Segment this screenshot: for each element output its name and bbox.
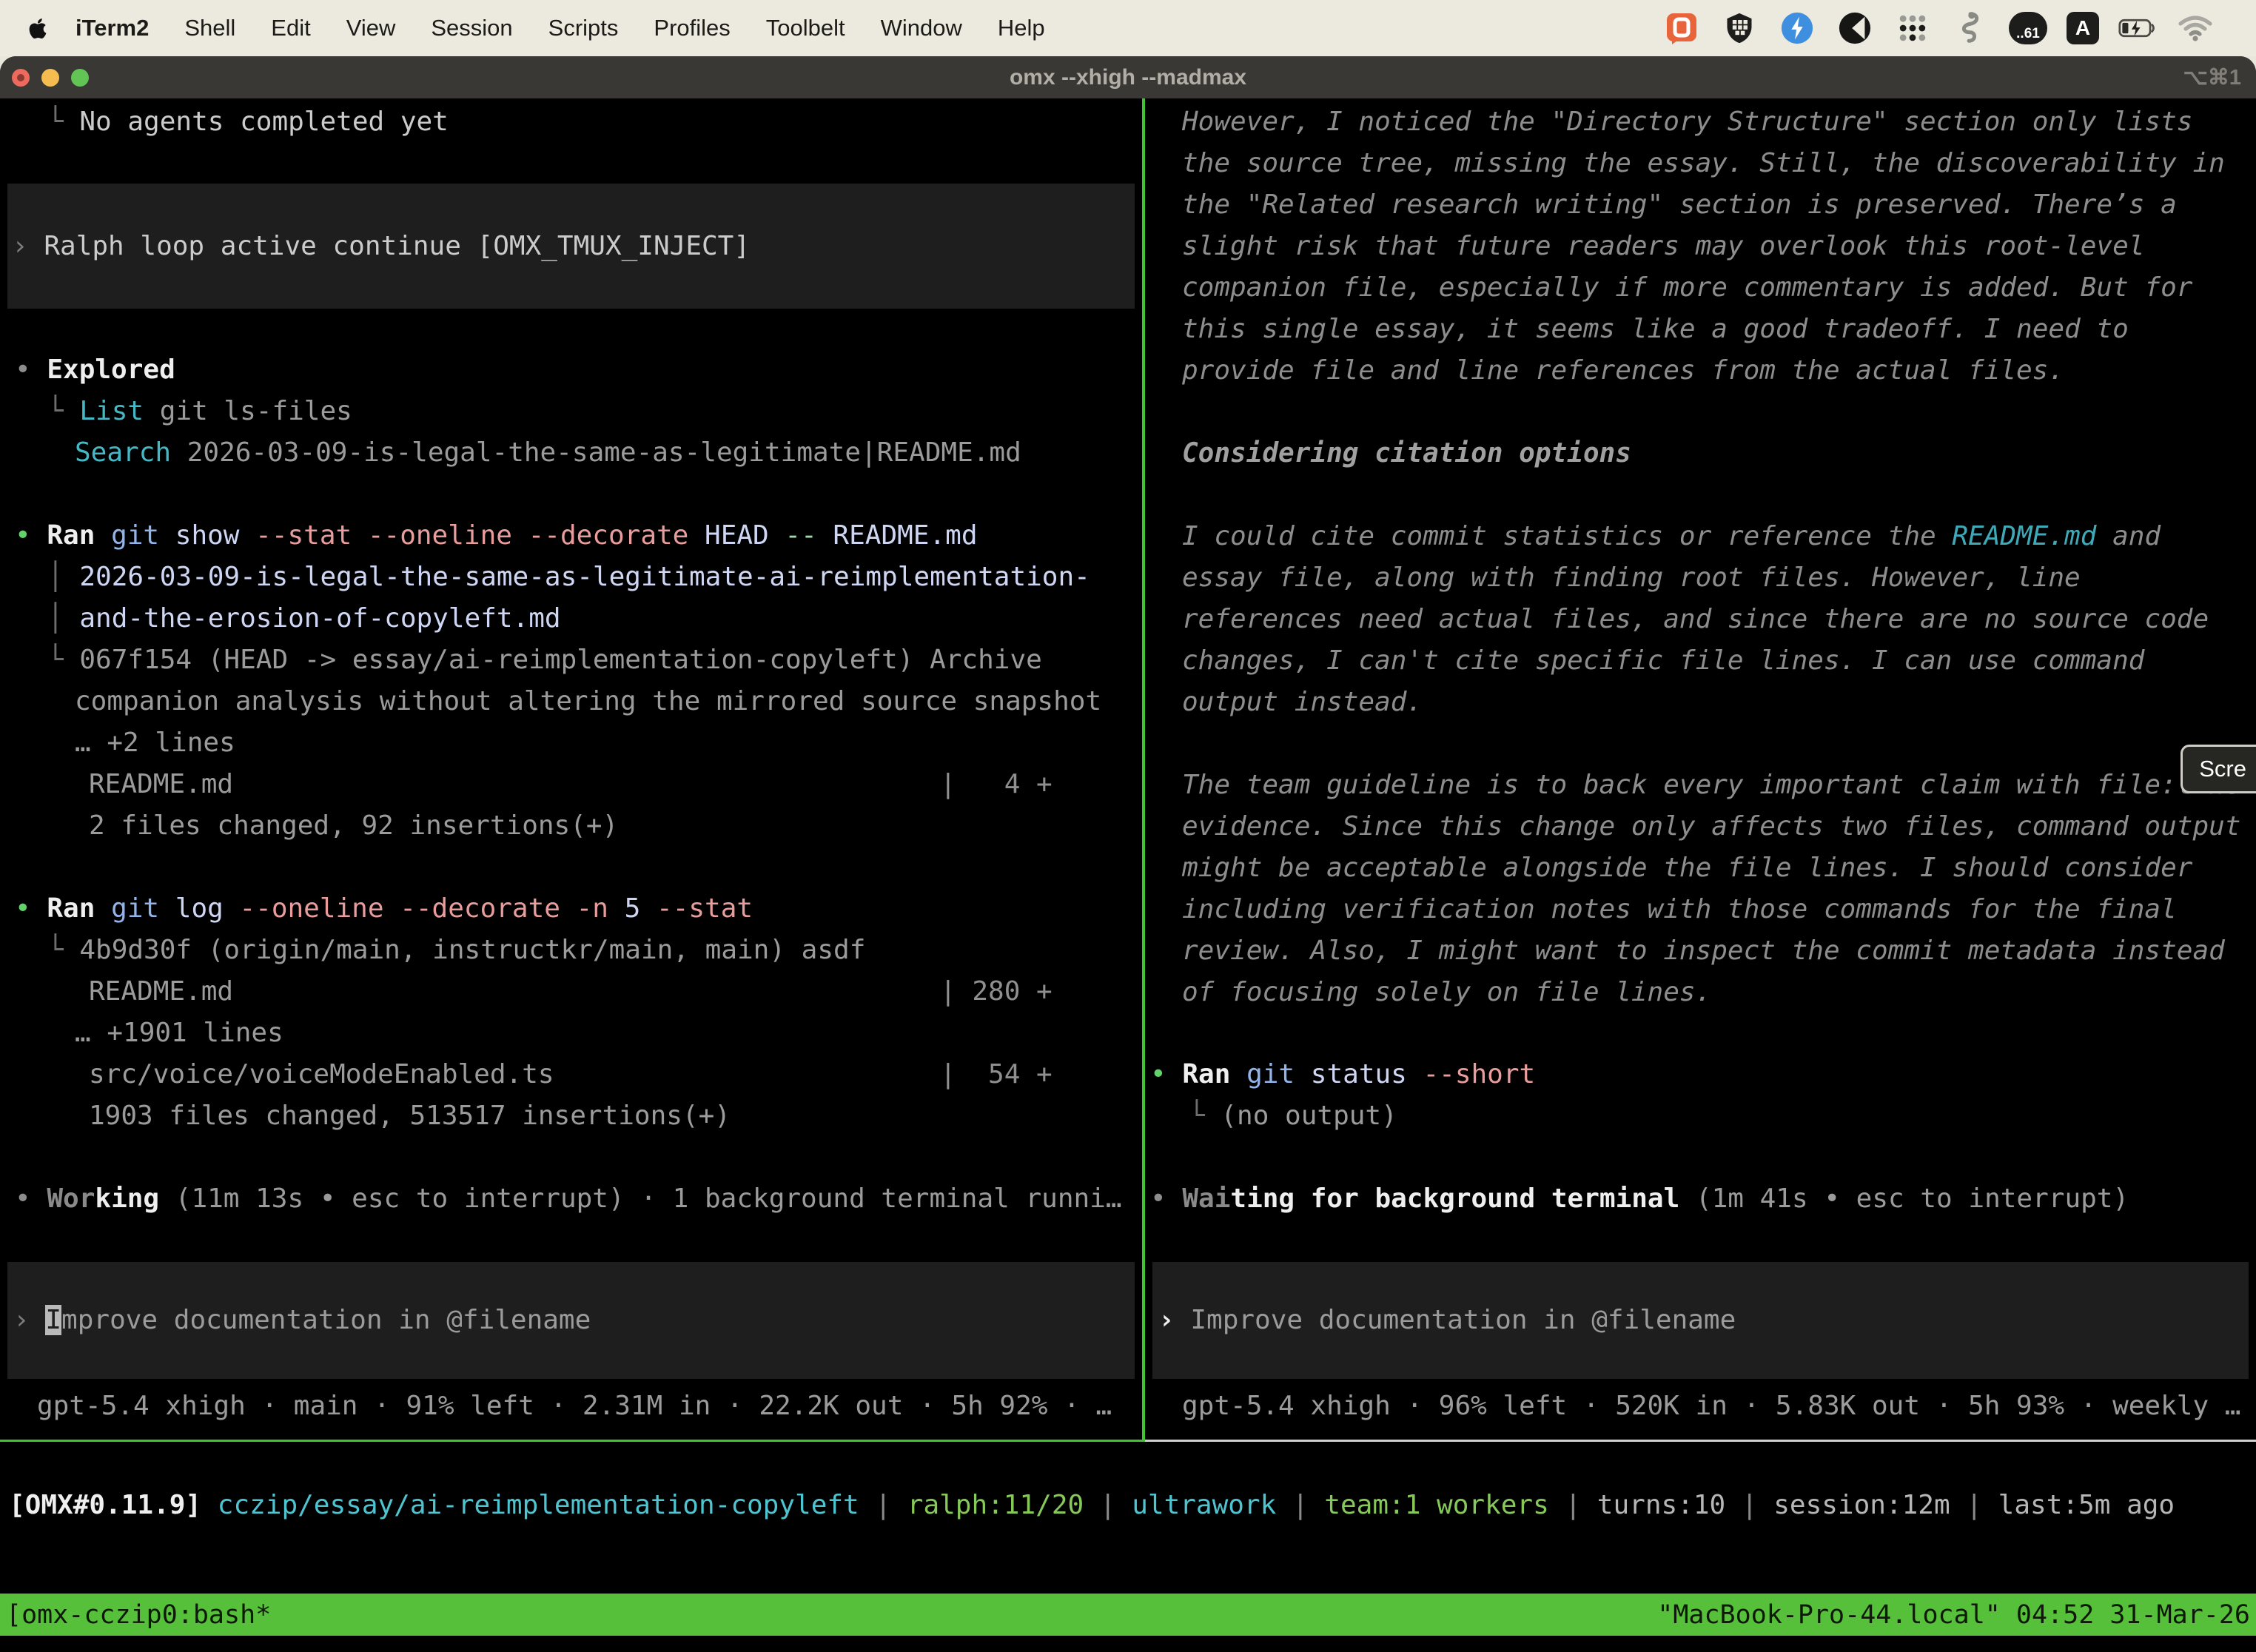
diffstat-count: | 4 + [940,764,1053,805]
terminal-line: this single essay, it seems like a good … [1145,309,2256,350]
omx-version: [OMX#0.11.9] [9,1490,201,1520]
terminal-line: references need actual files, and since … [1145,599,2256,640]
menu-item-help[interactable]: Help [980,15,1063,41]
battery-icon[interactable] [2118,9,2157,47]
menu-item-toolbelt[interactable]: Toolbelt [748,15,863,41]
terminal-line: • Waiting for background terminal (1m 41… [1145,1178,2256,1220]
session-status-left: gpt-5.4 xhigh · main · 91% left · 2.31M … [0,1386,1142,1427]
omx-status-line: [OMX#0.11.9] cczip/essay/ai-reimplementa… [0,1483,2256,1528]
tooltip-label: Scre [2199,756,2246,782]
menu-item-iterm2[interactable]: iTerm2 [58,15,167,41]
terminal-line: • Working (11m 13s • esc to interrupt) ·… [0,1178,1142,1220]
tmux-host-time: "MacBook-Pro-44.local" 04:52 31-Mar-26 [1657,1600,2250,1630]
terminal-line: │ and-the-erosion-of-copyleft.md [0,598,1142,639]
terminal-line: └ No agents completed yet [0,101,1142,143]
menu-item-session[interactable]: Session [413,15,530,41]
diffstat-count: | 54 + [940,1054,1053,1095]
terminal-line: Search 2026-03-09-is-legal-the-same-as-l… [0,432,1142,474]
bolt-circle-icon[interactable] [1778,9,1816,47]
terminal-line: └ (no output) [1145,1095,2256,1137]
terminal-line: of focusing solely on file lines. [1145,972,2256,1013]
menu-item-edit[interactable]: Edit [253,15,328,41]
ralph-status-box-text: › Ralph loop active continue [OMX_TMUX_I… [7,230,750,263]
terminal-line: might be acceptable alongside the file l… [1145,847,2256,889]
terminal-line: … +2 lines [0,722,1142,764]
window-title: omx --xhigh --madmax [0,65,2256,90]
omx-mode: ultrawork [1132,1490,1276,1520]
badge-61-icon[interactable]: ..61 [2009,12,2047,44]
shield-grid-icon[interactable] [1720,9,1759,47]
terminal-line: └ 4b9d30f (origin/main, instructkr/main,… [0,930,1142,971]
terminal-line: └ 067f154 (HEAD -> essay/ai-reimplementa… [0,639,1142,681]
ralph-status-box[interactable]: › Ralph loop active continue [OMX_TMUX_I… [7,184,1135,309]
apple-menu-icon[interactable] [28,17,47,40]
terminal-line: evidence. Since this change only affects… [1145,806,2256,847]
omx-branch-path: cczip/essay/ai-reimplementation-copyleft [201,1490,859,1520]
terminal-line: README.md| 4 + [0,764,1142,805]
omx-turns: turns:10 [1597,1490,1725,1520]
omx-team: team:1 workers [1324,1490,1548,1520]
iterm2-window: omx --xhigh --madmax ⌥⌘1 └ No agents com… [0,56,2256,1652]
omx-ralph-counter: ralph:11/20 [907,1490,1084,1520]
menu-item-shell[interactable]: Shell [167,15,253,41]
terminal-line: • Explored [0,349,1142,391]
wifi-icon[interactable] [2176,9,2215,47]
terminal-line: README.md| 280 + [0,971,1142,1013]
menu-item-scripts[interactable]: Scripts [531,15,637,41]
chat-app-icon[interactable] [1662,9,1701,47]
menu-item-profiles[interactable]: Profiles [636,15,748,41]
tmux-panes: └ No agents completed yet › Ralph loop ac… [0,98,2256,1442]
omx-session-time: session:12m [1773,1490,1950,1520]
terminal-line: the source tree, missing the essay. Stil… [1145,143,2256,184]
terminal-line: essay file, along with finding root file… [1145,557,2256,599]
terminal-line: └ List git ls-files [0,391,1142,432]
macos-menu-bar: iTerm2 Shell Edit View Session Scripts P… [0,0,2256,56]
menu-item-window[interactable]: Window [863,15,980,41]
terminal-line: I could cite commit statistics or refere… [1145,516,2256,557]
tmux-pane-left[interactable]: └ No agents completed yet › Ralph loop ac… [0,98,1142,1442]
terminal-line: The team guideline is to back every impo… [1145,765,2256,806]
terminal-line: changes, I can't cite specific file line… [1145,640,2256,682]
terminal-line: src/voice/voiceModeEnabled.ts| 54 + [0,1054,1142,1095]
terminal-line: … +1901 lines [0,1013,1142,1054]
omx-last-activity: last:5m ago [1998,1490,2175,1520]
squiggle-icon[interactable] [1951,9,1990,47]
window-shortcut-hint: ⌥⌘1 [2183,64,2241,90]
terminal-line: companion file, especially if more comme… [1145,267,2256,309]
session-status-right: gpt-5.4 xhigh · 96% left · 520K in · 5.8… [1145,1386,2256,1427]
window-title-bar[interactable]: omx --xhigh --madmax ⌥⌘1 [0,56,2256,98]
tmux-pane-right[interactable]: However, I noticed the "Directory Struct… [1145,98,2256,1442]
terminal-line: However, I noticed the "Directory Struct… [1145,101,2256,143]
terminal-line: provide file and line references from th… [1145,350,2256,392]
terminal-line: review. Also, I might want to inspect th… [1145,930,2256,972]
dark-circle-icon[interactable] [1836,9,1874,47]
tmux-status-bar[interactable]: [omx-cczip0:bash* "MacBook-Pro-44.local"… [0,1594,2256,1636]
terminal-line: • Ran git status --short [1145,1054,2256,1095]
terminal-line: output instead. [1145,682,2256,723]
prompt-input-right[interactable]: › Improve documentation in @filename [1152,1262,2249,1379]
menu-item-view[interactable]: View [329,15,414,41]
prompt-input-left-text: › Improve documentation in @filename [7,1304,591,1337]
thinking-heading: Considering citation options [1145,433,2256,474]
terminal-line: 2 files changed, 92 insertions(+) [0,805,1142,847]
terminal-line: │ 2026-03-09-is-legal-the-same-as-legiti… [0,557,1142,598]
diffstat-count: | 280 + [940,971,1053,1013]
dot-grid-icon[interactable] [1893,9,1932,47]
terminal-line: • Ran git show --stat --oneline --decora… [0,515,1142,557]
terminal-line: 1903 files changed, 513517 insertions(+) [0,1095,1142,1137]
terminal-line: the "Related research writing" section i… [1145,184,2256,226]
tmux-session-name: [omx-cczip0:bash* [6,1600,271,1630]
prompt-input-right-text: › Improve documentation in @filename [1152,1304,1736,1337]
screen-share-tooltip: Scre [2181,745,2256,793]
menu-bar-status-tray: ..61 A [1662,0,2215,56]
terminal-line: slight risk that future readers may over… [1145,226,2256,267]
terminal-line: companion analysis without altering the … [0,681,1142,722]
terminal-line: including verification notes with those … [1145,889,2256,930]
prompt-input-left[interactable]: › Improve documentation in @filename [7,1262,1135,1379]
a-tile-icon[interactable]: A [2067,12,2099,44]
terminal-line: • Ran git log --oneline --decorate -n 5 … [0,888,1142,930]
